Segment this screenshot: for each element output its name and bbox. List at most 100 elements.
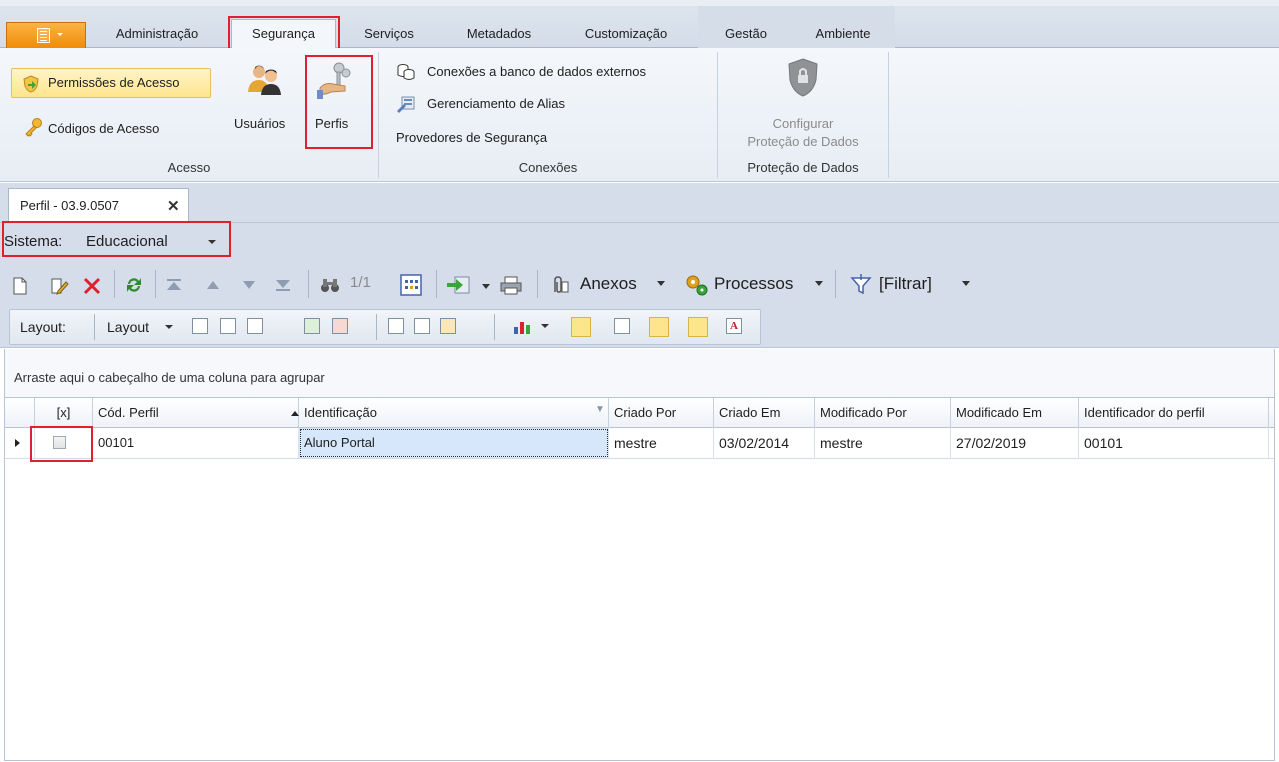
layout-grid-icon[interactable] [247, 318, 263, 334]
chevron-down-icon[interactable] [482, 284, 490, 289]
shield-key-icon [23, 75, 39, 93]
first-record-icon[interactable] [166, 278, 182, 292]
row-checkbox[interactable] [53, 436, 66, 449]
header-modificado-por[interactable]: Modificado Por [815, 398, 951, 428]
tab-seguranca[interactable]: Segurança [231, 19, 336, 49]
cell-identificador-perfil[interactable]: 00101 [1079, 428, 1269, 458]
cell-identificacao[interactable]: Aluno Portal [299, 428, 609, 458]
cell-criado-em[interactable]: 03/02/2014 [714, 428, 815, 458]
sistema-dropdown[interactable]: Educacional [86, 233, 168, 250]
grid-header: [x] Cód. Perfil Identificação Criado Por… [5, 397, 1274, 428]
gears-icon[interactable] [684, 273, 710, 297]
calendar-grid-icon[interactable] [400, 274, 422, 296]
view-mode-1-icon[interactable] [571, 317, 591, 337]
header-criado-por[interactable]: Criado Por [609, 398, 714, 428]
document-list-icon [37, 28, 50, 43]
group-label-conexoes: Conexões [518, 160, 578, 175]
codigos-de-acesso-button[interactable]: Códigos de Acesso [11, 112, 211, 142]
refresh-icon[interactable] [124, 275, 144, 295]
tab-ambiente[interactable]: Ambiente [800, 20, 886, 48]
chevron-down-icon[interactable] [657, 281, 665, 286]
view-mode-2-icon[interactable] [614, 318, 630, 334]
table-row[interactable]: 00101 Aluno Portal mestre 03/02/2014 mes… [5, 428, 1274, 459]
gerenciamento-alias-button[interactable]: Gerenciamento de Alias [394, 92, 706, 116]
anexos-button[interactable]: Anexos [580, 274, 637, 294]
header-identificacao[interactable]: Identificação [299, 398, 609, 428]
close-icon[interactable]: ✕ [167, 197, 180, 215]
processos-button[interactable]: Processos [714, 274, 793, 294]
new-document-icon[interactable] [12, 277, 28, 295]
conexoes-externos-button[interactable]: Conexões a banco de dados externos [394, 60, 706, 84]
key-icon [25, 118, 42, 137]
application-menu-button[interactable] [6, 22, 86, 49]
header-identificador-perfil[interactable]: Identificador do perfil [1079, 398, 1269, 428]
cell-modificado-por[interactable]: mestre [815, 428, 951, 458]
filter-funnel-icon[interactable] [850, 274, 872, 296]
alias-label: Gerenciamento de Alias [427, 96, 566, 111]
paperclip-icon[interactable] [548, 274, 570, 296]
group-by-panel[interactable]: Arraste aqui o cabeçalho de uma coluna p… [4, 349, 1275, 397]
cell-cod-perfil[interactable]: 00101 [93, 428, 299, 458]
tab-metadados[interactable]: Metadados [449, 20, 549, 48]
tab-gestao[interactable]: Gestão [711, 20, 781, 48]
alias-management-icon [397, 96, 415, 113]
shield-lock-icon [788, 58, 818, 97]
perfis-button[interactable]: Perfis [305, 56, 371, 146]
import-arrow-icon[interactable] [446, 275, 472, 295]
binoculars-icon[interactable] [320, 276, 340, 294]
record-toolbar: 1/1 Anexos Processos [Filtrar] [0, 260, 1279, 306]
layout-export-icon[interactable] [332, 318, 348, 334]
cell-modificado-em[interactable]: 27/02/2019 [951, 428, 1079, 458]
provedores-seguranca-button[interactable]: Provedores de Segurança [394, 126, 706, 150]
next-record-icon[interactable] [242, 280, 256, 290]
expand-icon[interactable] [440, 318, 456, 334]
header-criado-em[interactable]: Criado Em [714, 398, 815, 428]
usuarios-button[interactable]: Usuários [232, 56, 298, 146]
sum-icon[interactable] [414, 318, 430, 334]
bar-chart-icon[interactable] [513, 319, 535, 335]
view-mode-4-icon[interactable] [688, 317, 708, 337]
cell-criado-por[interactable]: mestre [609, 428, 714, 458]
document-tab-strip: Perfil - 03.9.0507 ✕ [0, 183, 1279, 222]
header-select[interactable]: [x] [35, 398, 93, 428]
tab-customizacao[interactable]: Customização [570, 20, 682, 48]
delete-icon[interactable] [82, 276, 102, 296]
previous-record-icon[interactable] [206, 280, 220, 290]
filtrar-button[interactable]: [Filtrar] [879, 274, 932, 294]
tab-servicos[interactable]: Serviços [349, 20, 429, 48]
protecao-label: Proteção de Dados [747, 134, 859, 149]
layout-import-icon[interactable] [304, 318, 320, 334]
layout-toolbar: Layout: Layout A [0, 306, 1279, 348]
permissoes-de-acesso-button[interactable]: Permissões de Acesso [11, 68, 211, 98]
conexoes-externos-label: Conexões a banco de dados externos [427, 64, 646, 79]
profile-keys-icon [317, 62, 351, 99]
header-modificado-em[interactable]: Modificado Em [951, 398, 1079, 428]
font-icon[interactable]: A [726, 318, 742, 334]
document-tab-perfil[interactable]: Perfil - 03.9.0507 ✕ [8, 188, 189, 222]
header-cod-perfil[interactable]: Cód. Perfil [93, 398, 299, 428]
configurar-protecao-button[interactable]: Configurar Proteção de Dados [724, 56, 882, 152]
view-mode-3-icon[interactable] [649, 317, 669, 337]
edit-document-icon[interactable] [50, 277, 70, 295]
last-record-icon[interactable] [275, 278, 291, 292]
tab-administracao[interactable]: Administração [96, 20, 218, 48]
printer-icon[interactable] [500, 275, 522, 295]
codigos-label: Códigos de Acesso [48, 121, 160, 136]
chevron-down-icon[interactable] [815, 281, 823, 286]
layout-dropdown[interactable]: Layout [107, 319, 149, 335]
perfis-label: Perfis [315, 116, 349, 131]
chevron-down-icon[interactable] [541, 324, 549, 328]
layout-save-icon[interactable] [192, 318, 208, 334]
filter-icon[interactable]: ▼ [595, 404, 605, 415]
chevron-down-icon[interactable] [962, 281, 970, 286]
chevron-down-icon[interactable] [165, 325, 173, 329]
columns-icon[interactable] [388, 318, 404, 334]
ribbon-panel: Permissões de Acesso Códigos de Acesso U… [0, 48, 1279, 182]
chevron-down-icon[interactable] [208, 240, 216, 244]
usuarios-label: Usuários [234, 116, 286, 131]
row-pointer-icon [15, 439, 20, 447]
group-label-protecao: Proteção de Dados [747, 160, 859, 175]
group-by-hint: Arraste aqui o cabeçalho de uma coluna p… [14, 370, 325, 385]
layout-delete-icon[interactable] [220, 318, 236, 334]
group-label-acesso: Acesso [167, 160, 211, 175]
